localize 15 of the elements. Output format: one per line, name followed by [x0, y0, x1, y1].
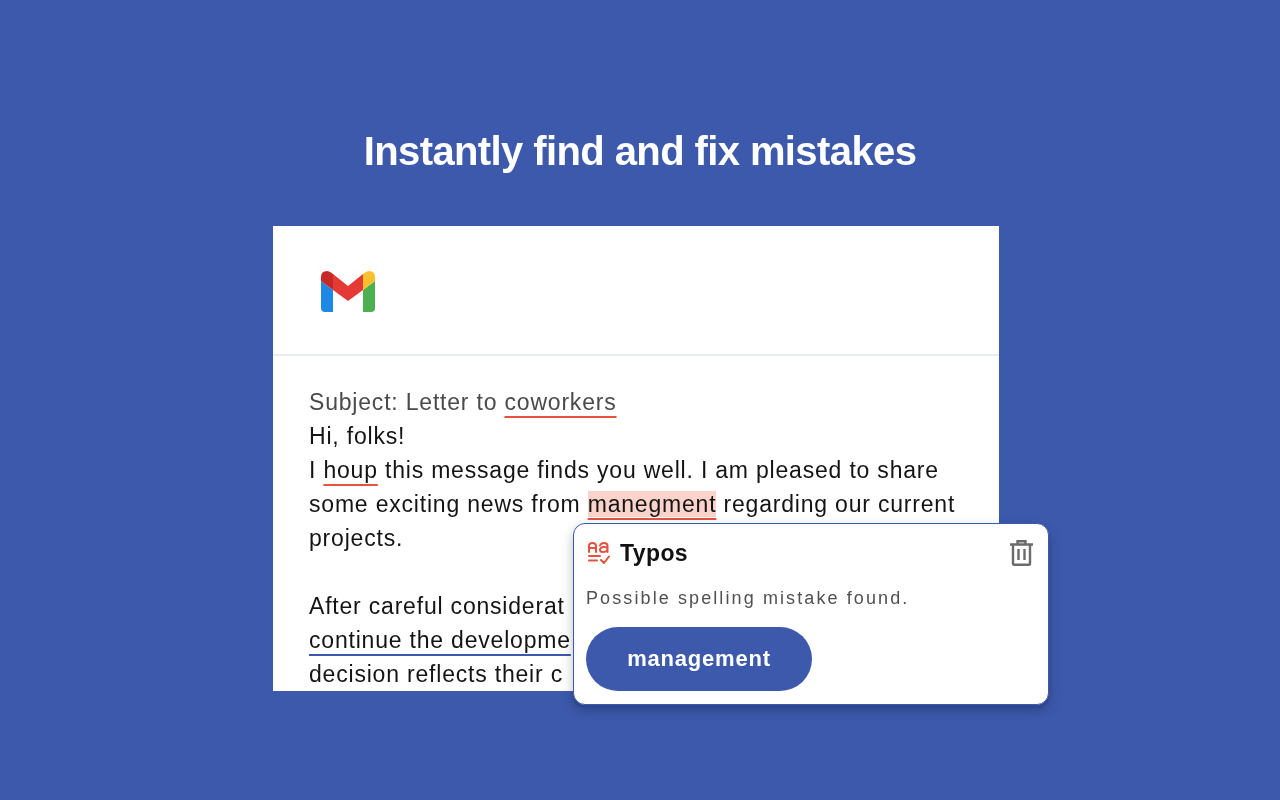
- body-text: I houp this message finds you well. I am pleased to share: [309, 456, 939, 485]
- headline: Instantly find and fix mistakes: [363, 128, 917, 175]
- m-logo-icon: [321, 271, 375, 312]
- body-text: some exciting news from manegment regarding our current: [309, 490, 956, 519]
- subject-text: Subject: Letter to coworkers: [309, 388, 617, 417]
- body-text: projects.: [309, 524, 404, 553]
- popup-title: Typos: [620, 539, 689, 567]
- trash-icon[interactable]: [1010, 540, 1033, 566]
- popup-message: Possible spelling mistake found.: [586, 587, 910, 609]
- spell-check-icon: [588, 542, 610, 564]
- body-text: decision reflects their c: [309, 660, 563, 689]
- body-text: continue the developme: [309, 626, 571, 655]
- body-text: Hi, folks!: [309, 422, 406, 451]
- body-text: After careful considerat: [309, 592, 565, 621]
- suggestion-button[interactable]: management: [586, 627, 812, 691]
